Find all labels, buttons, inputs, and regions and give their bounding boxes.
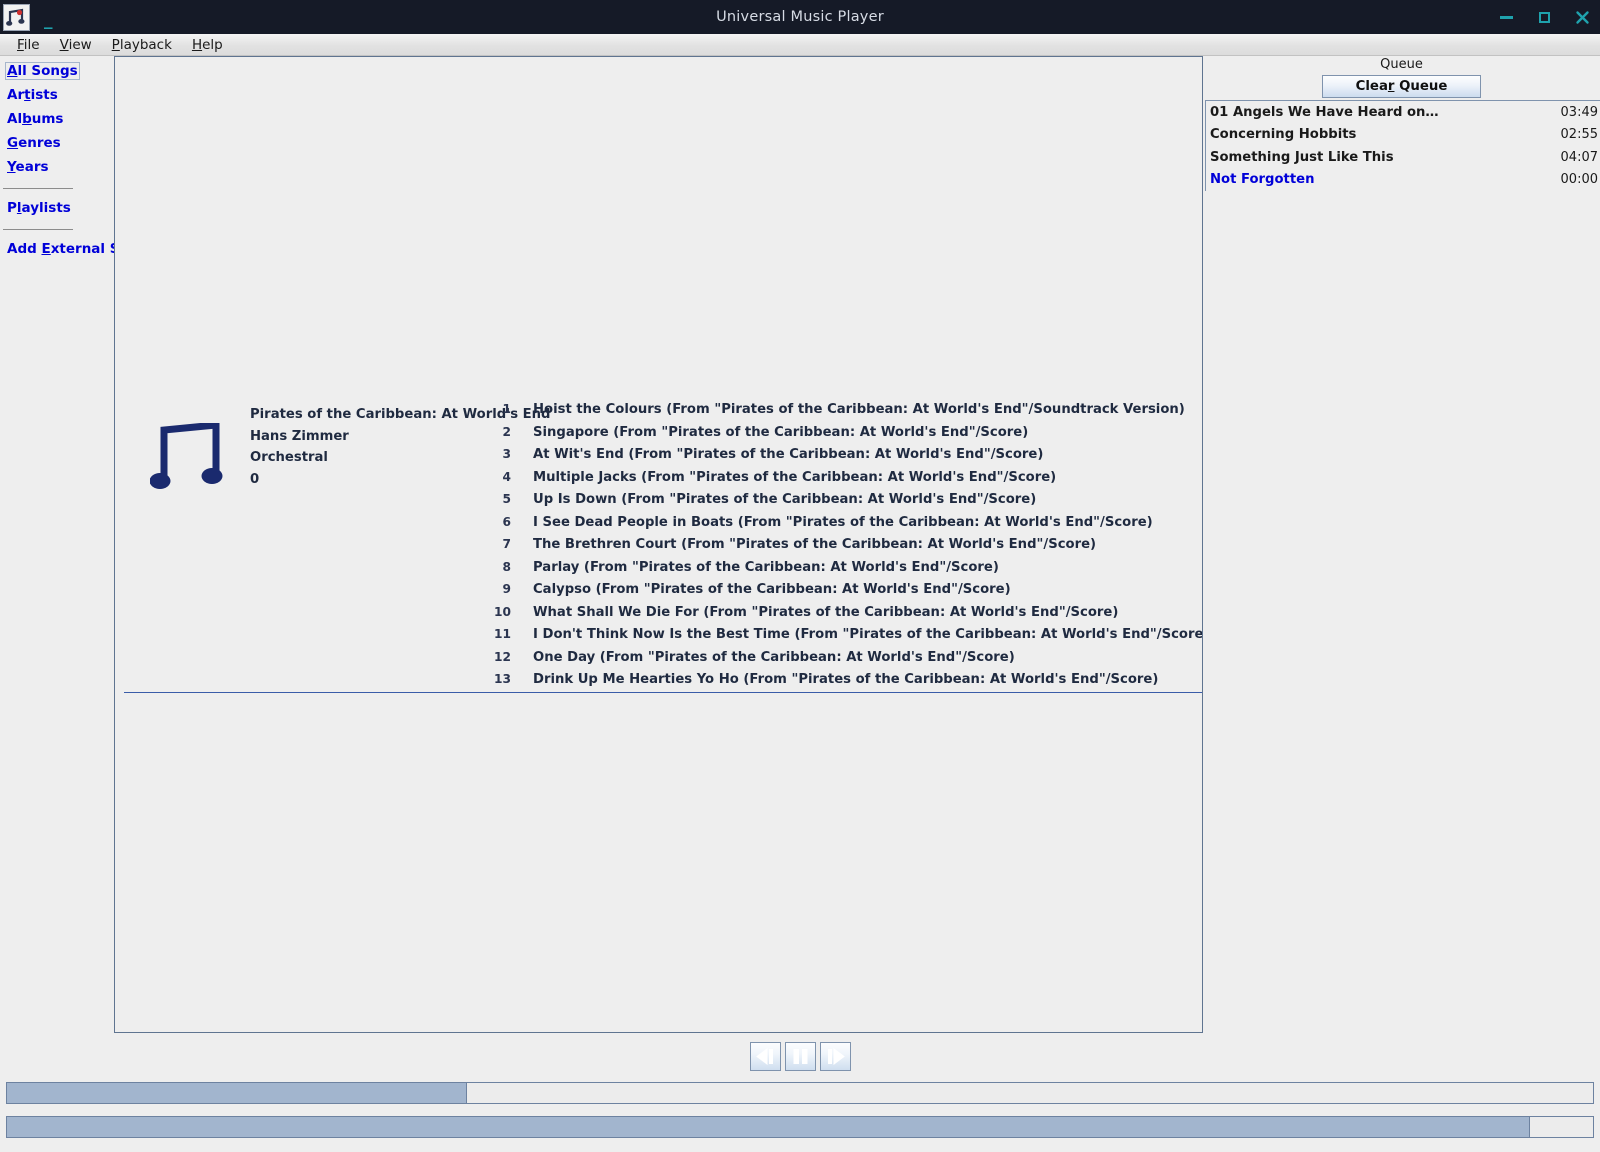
queue-item-name: 01 Angels We Have Heard on… [1210, 104, 1439, 120]
track-number: 9 [502, 582, 511, 596]
track-list-separator [124, 692, 1202, 693]
track-row[interactable]: 2 Singapore (From "Pirates of the Caribbe… [483, 425, 1202, 448]
title-bar: _ Universal Music Player [0, 0, 1600, 34]
close-icon[interactable] [1574, 9, 1590, 25]
maximize-icon[interactable] [1536, 9, 1552, 25]
album-genre: Orchestral [250, 450, 328, 466]
sidebar: All Songs Artists Albums Genres Years Pl… [0, 56, 148, 1032]
sidebar-item-years[interactable]: Years [5, 158, 51, 176]
track-row[interactable]: 12 One Day (From "Pirates of the Caribbea… [483, 650, 1202, 673]
sidebar-item-all-songs[interactable]: All Songs [5, 62, 80, 80]
transport-controls [0, 1036, 1600, 1076]
queue-item[interactable]: Something Just Like This 04:07 [1206, 146, 1600, 169]
track-number: 4 [502, 469, 511, 484]
queue-item-duration: 00:00 [1560, 172, 1598, 188]
sidebar-item-albums[interactable]: Albums [5, 110, 65, 128]
track-number: 1 [502, 402, 511, 416]
sidebar-divider-1 [3, 188, 73, 189]
queue-item-duration: 03:49 [1560, 104, 1598, 120]
track-number: 12 [494, 649, 511, 664]
music-note-icon [149, 421, 240, 493]
track-row[interactable]: 8 Parlay (From "Pirates of the Caribbean:… [483, 560, 1202, 583]
sidebar-divider-2 [3, 229, 73, 230]
queue-item-name: Concerning Hobbits [1210, 127, 1357, 143]
track-number: 5 [502, 492, 511, 506]
track-number: 8 [502, 559, 511, 574]
queue-item[interactable]: Concerning Hobbits 02:55 [1206, 124, 1600, 147]
next-track-icon[interactable] [819, 1041, 851, 1071]
window-title: Universal Music Player [716, 9, 884, 25]
track-number: 11 [494, 627, 511, 641]
album-title: Pirates of the Caribbean: At World's End [250, 407, 551, 422]
track-title: Calypso (From "Pirates of the Caribbean:… [533, 582, 1011, 597]
track-title: The Brethren Court (From "Pirates of the… [533, 537, 1097, 552]
menu-view[interactable]: View [50, 35, 102, 55]
album-year: 0 [250, 471, 260, 487]
track-row[interactable]: 11 I Don't Think Now Is the Best Time (Fr… [483, 627, 1202, 650]
previous-track-icon[interactable] [749, 1041, 781, 1071]
volume-slider[interactable] [6, 1116, 1594, 1138]
track-title: Singapore (From "Pirates of the Caribbea… [533, 424, 1029, 440]
menu-bar: File View Playback Help [0, 34, 1600, 56]
album-artist: Hans Zimmer [250, 428, 349, 444]
album-metadata: Pirates of the Caribbean: At World's End… [250, 404, 551, 490]
queue-panel: Queue Clear Queue 01 Angels We Have Hear… [1203, 56, 1600, 1033]
queue-item-duration: 02:55 [1560, 127, 1598, 143]
track-row[interactable]: 4 Multiple Jacks (From "Pirates of the Ca… [483, 470, 1202, 493]
track-row[interactable]: 1 Hoist the Colours (From "Pirates of the… [483, 402, 1202, 425]
main-content-panel: Pirates of the Caribbean: At World's End… [114, 56, 1203, 1033]
track-title: At Wit's End (From "Pirates of the Carib… [533, 447, 1044, 462]
sidebar-item-artists[interactable]: Artists [5, 86, 60, 104]
track-row[interactable]: 5 Up Is Down (From "Pirates of the Caribb… [483, 492, 1202, 515]
track-row[interactable]: 6 I See Dead People in Boats (From "Pirat… [483, 515, 1202, 538]
track-title: Multiple Jacks (From "Pirates of the Car… [533, 469, 1057, 485]
sidebar-item-genres[interactable]: Genres [5, 134, 63, 152]
track-number: 7 [502, 537, 511, 551]
menu-playback[interactable]: Playback [102, 35, 182, 55]
clear-queue-button[interactable]: Clear Queue [1322, 75, 1481, 98]
queue-list: 01 Angels We Have Heard on… 03:49 Concerni… [1205, 100, 1600, 191]
track-row[interactable]: 7 The Brethren Court (From "Pirates of th… [483, 537, 1202, 560]
queue-item-name: Something Just Like This [1210, 149, 1394, 165]
minimize-icon[interactable] [1498, 9, 1514, 25]
track-title: Hoist the Colours (From "Pirates of the … [533, 402, 1185, 417]
queue-item[interactable]: Not Forgotten 00:00 [1206, 169, 1600, 192]
track-number: 13 [494, 672, 511, 686]
track-number: 10 [494, 604, 511, 619]
music-player-app-icon [3, 4, 30, 31]
track-title: Drink Up Me Hearties Yo Ho (From "Pirate… [533, 672, 1159, 687]
menu-file[interactable]: File [7, 35, 50, 55]
track-row[interactable]: 3 At Wit's End (From "Pirates of the Cari… [483, 447, 1202, 470]
volume-level-fill [7, 1117, 1530, 1137]
track-list: 1 Hoist the Colours (From "Pirates of the… [483, 402, 1202, 695]
seek-slider[interactable] [6, 1082, 1594, 1104]
queue-item-name: Not Forgotten [1210, 172, 1315, 188]
queue-item[interactable]: 01 Angels We Have Heard on… 03:49 [1206, 101, 1600, 124]
track-title: I Don't Think Now Is the Best Time (From… [533, 627, 1203, 642]
track-title: What Shall We Die For (From "Pirates of … [533, 604, 1119, 620]
window-dash-indicator: _ [44, 9, 53, 30]
queue-item-duration: 04:07 [1560, 149, 1598, 165]
track-title: Up Is Down (From "Pirates of the Caribbe… [533, 492, 1037, 507]
pause-icon[interactable] [784, 1041, 816, 1071]
menu-help[interactable]: Help [182, 35, 233, 55]
track-title: Parlay (From "Pirates of the Caribbean: … [533, 559, 999, 575]
track-number: 3 [502, 447, 511, 461]
track-title: One Day (From "Pirates of the Caribbean:… [533, 649, 1015, 665]
track-number: 6 [502, 514, 511, 529]
track-row[interactable]: 10 What Shall We Die For (From "Pirates o… [483, 605, 1202, 628]
seek-progress-fill [7, 1083, 467, 1103]
track-row[interactable]: 9 Calypso (From "Pirates of the Caribbean… [483, 582, 1202, 605]
queue-heading: Queue [1380, 57, 1423, 72]
window-controls [1498, 0, 1590, 34]
sidebar-item-playlists[interactable]: Playlists [5, 199, 73, 217]
track-number: 2 [502, 424, 511, 439]
track-title: I See Dead People in Boats (From "Pirate… [533, 514, 1153, 530]
